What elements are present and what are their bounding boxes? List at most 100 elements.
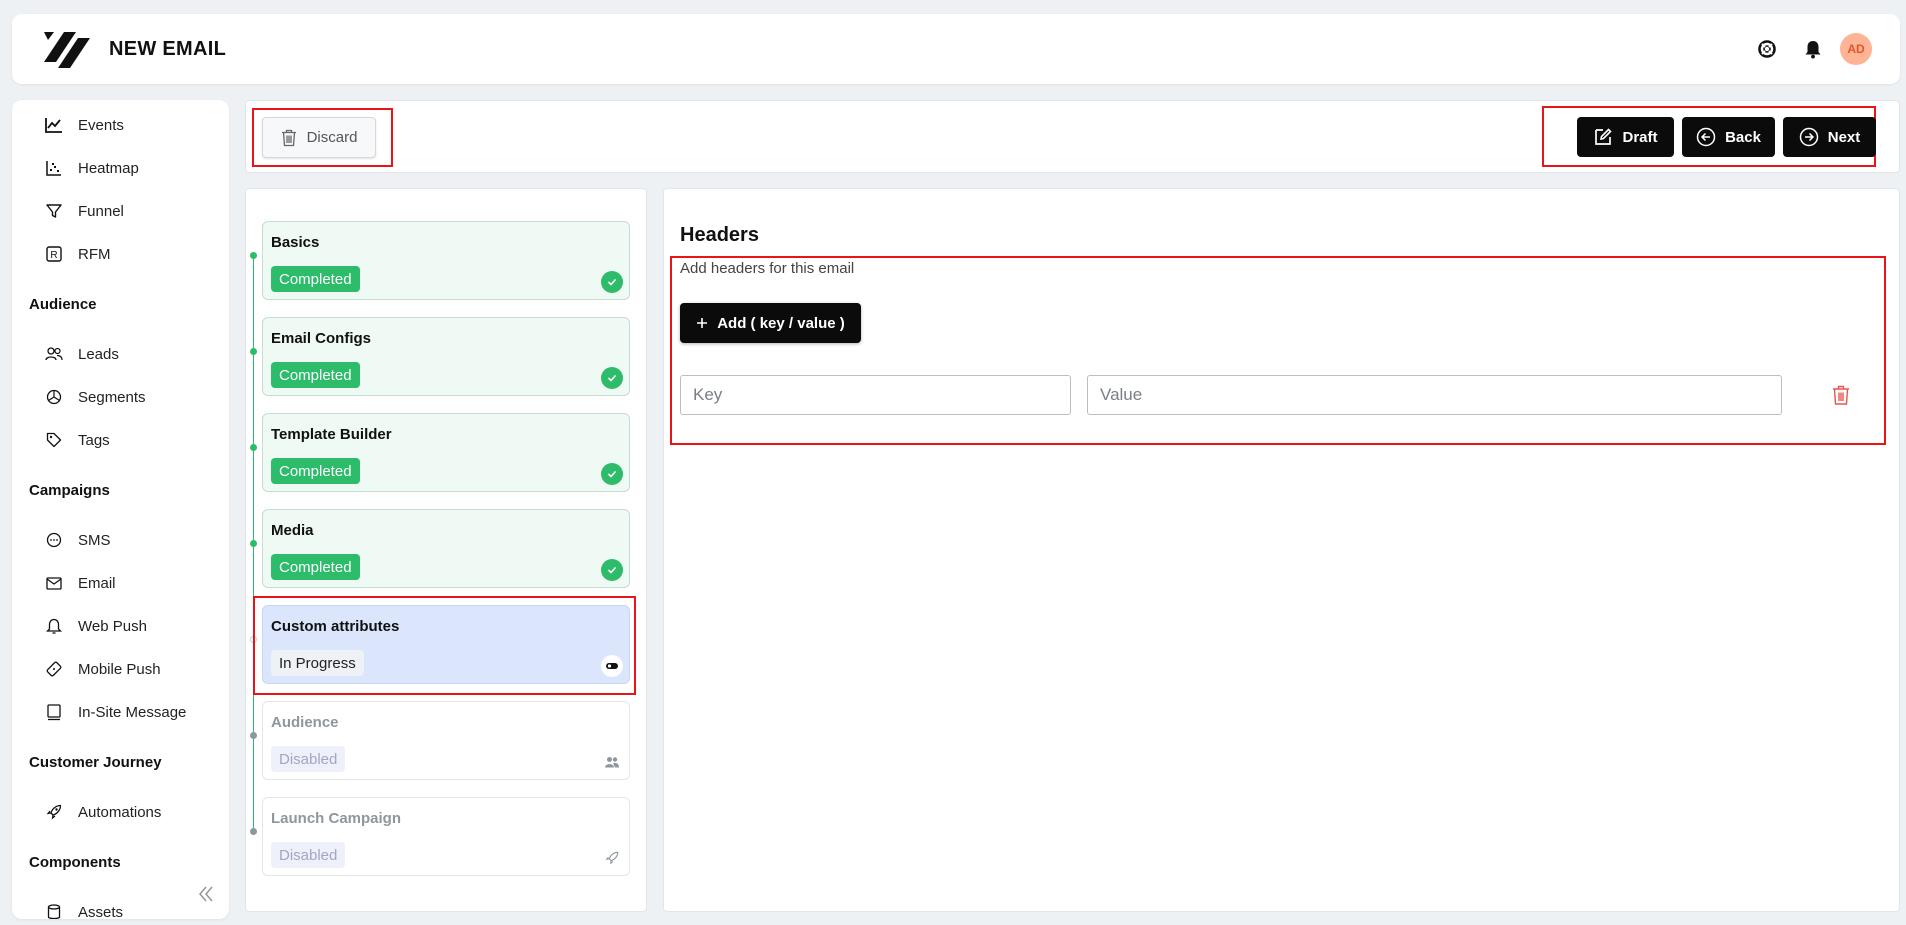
check-icon: [601, 367, 623, 389]
step-dot: [250, 828, 257, 835]
sidebar-item-tags[interactable]: Tags: [44, 428, 110, 452]
discard-label: Discard: [306, 129, 358, 146]
sidebar-item-label: Automations: [78, 803, 162, 821]
users-icon: [44, 344, 64, 364]
sidebar: Events Heatmap Funnel R RFM Audience Lea…: [12, 100, 229, 919]
sidebar-item-label: In-Site Message: [78, 703, 187, 721]
step-audience: Audience Disabled: [262, 701, 630, 780]
sidebar-item-events[interactable]: Events: [44, 113, 124, 137]
step-title: Audience: [271, 714, 339, 731]
edit-icon: [1595, 128, 1613, 145]
rocket-icon: [601, 847, 623, 869]
sidebar-item-email[interactable]: Email: [44, 571, 116, 595]
sidebar-item-label: SMS: [78, 531, 111, 549]
pie-icon: [44, 387, 64, 407]
collapse-sidebar-icon[interactable]: [195, 883, 217, 905]
sidebar-item-label: Funnel: [78, 202, 124, 220]
rfm-icon: R: [44, 244, 64, 264]
next-button[interactable]: Next: [1783, 117, 1876, 157]
users-icon: [601, 751, 623, 773]
status-badge: Completed: [271, 266, 360, 292]
heatmap-icon: [44, 158, 64, 178]
sidebar-item-assets[interactable]: Assets: [44, 900, 123, 919]
sidebar-item-label: Assets: [78, 903, 124, 920]
sidebar-item-leads[interactable]: Leads: [44, 342, 119, 366]
arrow-left-circle-icon: [1696, 127, 1716, 147]
sidebar-item-label: Email: [78, 574, 116, 592]
step-custom-attributes[interactable]: Custom attributes In Progress: [262, 605, 630, 684]
draft-label: Draft: [1622, 128, 1658, 146]
sidebar-item-heatmap[interactable]: Heatmap: [44, 156, 139, 180]
bell-icon[interactable]: [1801, 37, 1825, 61]
arrow-right-circle-icon: [1799, 127, 1818, 147]
value-input[interactable]: [1087, 375, 1782, 415]
back-label: Back: [1725, 128, 1761, 146]
status-badge: Completed: [271, 554, 360, 580]
status-badge: In Progress: [271, 650, 364, 676]
trash-icon: [281, 129, 296, 146]
step-title: Template Builder: [271, 426, 392, 443]
sidebar-item-label: Leads: [78, 345, 119, 363]
sidebar-item-mobile-push[interactable]: Mobile Push: [44, 657, 161, 681]
discard-button[interactable]: Discard: [262, 117, 376, 158]
section-customer-journey: Customer Journey: [29, 754, 162, 771]
draft-button[interactable]: Draft: [1577, 117, 1674, 157]
step-media[interactable]: Media Completed: [262, 509, 630, 588]
step-basics[interactable]: Basics Completed: [262, 221, 630, 300]
check-icon: [601, 463, 623, 485]
sidebar-item-label: Events: [78, 116, 124, 134]
back-button[interactable]: Back: [1682, 117, 1775, 157]
check-icon: [601, 271, 623, 293]
chat-icon: [44, 530, 64, 550]
chart-line-icon: [44, 115, 64, 135]
section-campaigns: Campaigns: [29, 482, 110, 499]
sidebar-item-automations[interactable]: Automations: [44, 800, 161, 824]
section-subtitle: Add headers for this email: [680, 260, 855, 277]
sidebar-item-rfm[interactable]: R RFM: [44, 242, 111, 266]
svg-text:R: R: [50, 250, 57, 261]
sidebar-item-in-site-message[interactable]: In-Site Message: [44, 700, 186, 724]
step-title: Custom attributes: [271, 618, 400, 635]
sidebar-item-segments[interactable]: Segments: [44, 385, 146, 409]
status-badge: Completed: [271, 362, 360, 388]
section-title: Headers: [680, 224, 759, 246]
step-title: Email Configs: [271, 330, 372, 347]
status-badge: Completed: [271, 458, 360, 484]
mail-icon: [44, 573, 64, 593]
check-icon: [601, 559, 623, 581]
step-template-builder[interactable]: Template Builder Completed: [262, 413, 630, 492]
section-components: Components: [29, 854, 121, 871]
logo: [44, 32, 90, 68]
sidebar-item-web-push[interactable]: Web Push: [44, 614, 147, 638]
toggle-icon: [601, 655, 623, 677]
sidebar-item-label: RFM: [78, 245, 111, 263]
support-icon[interactable]: [1755, 37, 1779, 61]
message-icon: [44, 702, 64, 722]
step-title: Launch Campaign: [271, 810, 402, 827]
bell-outline-icon: [44, 616, 64, 636]
delete-header-icon[interactable]: [1830, 384, 1852, 406]
sidebar-item-funnel[interactable]: Funnel: [44, 199, 124, 223]
sidebar-item-sms[interactable]: SMS: [44, 528, 111, 552]
add-header-label: Add ( key / value ): [717, 314, 845, 332]
section-audience: Audience: [29, 296, 97, 313]
step-launch-campaign: Launch Campaign Disabled: [262, 797, 630, 876]
rocket-icon: [44, 802, 64, 822]
sidebar-item-label: Heatmap: [78, 159, 139, 177]
sidebar-item-label: Segments: [78, 388, 146, 406]
add-header-button[interactable]: Add ( key / value ): [680, 303, 861, 343]
step-dot: [250, 732, 257, 739]
step-title: Basics: [271, 234, 320, 251]
plus-icon: [697, 318, 708, 328]
step-email-configs[interactable]: Email Configs Completed: [262, 317, 630, 396]
next-label: Next: [1827, 128, 1861, 146]
key-input[interactable]: [680, 375, 1071, 415]
mobile-push-icon: [44, 659, 64, 679]
step-dot: [250, 348, 257, 355]
status-badge: Disabled: [271, 746, 346, 772]
sidebar-item-label: Tags: [78, 431, 110, 449]
sidebar-item-label: Web Push: [78, 617, 147, 635]
top-bar: NEW EMAIL AD: [12, 14, 1900, 84]
step-dot: [250, 540, 257, 547]
avatar[interactable]: AD: [1840, 33, 1872, 65]
